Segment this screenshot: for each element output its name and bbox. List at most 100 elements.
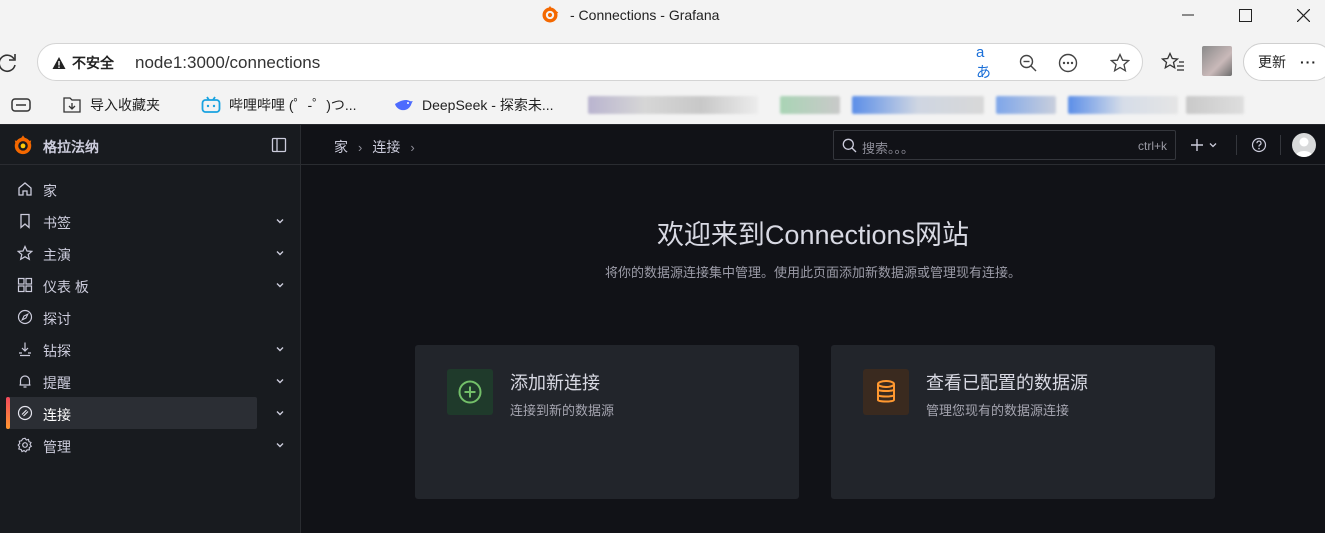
blurred-bookmark[interactable]	[852, 96, 984, 114]
url-text[interactable]: node1:3000/connections	[135, 53, 320, 73]
grafana-logo-icon[interactable]	[12, 134, 34, 156]
nav-item-home[interactable]: 家	[0, 173, 301, 205]
more-menu-icon[interactable]: ···	[1300, 54, 1317, 70]
chevron-down-icon[interactable]	[274, 439, 286, 451]
blurred-bookmark[interactable]	[588, 96, 758, 114]
nav-item-explore[interactable]: 探讨	[0, 301, 301, 333]
help-icon	[1251, 137, 1267, 153]
nav-label: 仪表 板	[43, 279, 89, 295]
update-button[interactable]: 更新 ···	[1243, 43, 1325, 81]
breadcrumb-connections[interactable]: 连接	[372, 137, 400, 157]
minimize-button[interactable]	[1165, 0, 1211, 30]
search-input[interactable]: 搜索。。。 ctrl+k	[833, 130, 1176, 160]
add-new-connection-card[interactable]: 添加新连接 连接到新的数据源	[415, 345, 799, 499]
deepseek-icon	[395, 100, 413, 111]
breadcrumb-separator-icon: ›	[358, 139, 363, 155]
brand-name[interactable]: 格拉法纳	[43, 137, 99, 157]
card-title: 添加新连接	[510, 373, 600, 393]
sidebar-header: 格拉法纳	[0, 125, 301, 165]
address-toolbar: 不安全 node1:3000/connections aあ 更新 ···	[0, 38, 1325, 88]
bookmark-bilibili[interactable]: 哔哩哔哩 (゜-゜)つ...	[201, 94, 357, 116]
nav-label: 主演	[43, 247, 71, 263]
bilibili-icon	[201, 96, 221, 113]
nav-item-drilldown[interactable]: 钻探	[0, 333, 301, 365]
tab-actions-icon	[11, 98, 31, 112]
grafana-app: 格拉法纳 家 书签 主演 仪表 板 探讨 钻探 提醒 连接 管理 家 › 连接 …	[0, 124, 1325, 533]
topbar-divider	[1236, 135, 1237, 155]
breadcrumb-home[interactable]: 家	[334, 137, 348, 157]
bookmarks-bar: 导入收藏夹 哔哩哔哩 (゜-゜)つ... DeepSeek - 探索未...	[0, 90, 1325, 120]
nav-label: 探讨	[43, 311, 71, 327]
breadcrumb: 家 › 连接 ›	[334, 137, 415, 157]
add-favorite-button[interactable]	[1109, 52, 1131, 74]
minimize-icon	[1182, 14, 1194, 16]
update-label: 更新	[1258, 54, 1286, 70]
address-bar[interactable]: 不安全 node1:3000/connections aあ	[37, 43, 1143, 81]
sidebar-toggle-button[interactable]	[10, 94, 32, 116]
bell-icon	[19, 375, 31, 388]
active-indicator	[6, 397, 10, 429]
card-icon-box	[447, 369, 493, 415]
security-indicator[interactable]: 不安全	[52, 53, 114, 73]
chevron-down-icon[interactable]	[274, 343, 286, 355]
reload-button[interactable]	[0, 50, 20, 76]
ellipsis-circle-icon	[1058, 53, 1078, 73]
breadcrumb-separator-icon: ›	[410, 139, 415, 155]
nav-label: 钻探	[43, 343, 71, 359]
translate-button[interactable]: aあ	[976, 44, 998, 81]
nav-item-dashboards[interactable]: 仪表 板	[0, 269, 301, 301]
nav-item-bookmarks[interactable]: 书签	[0, 205, 301, 237]
nav-item-starred[interactable]: 主演	[0, 237, 301, 269]
nav-label: 连接	[43, 407, 71, 423]
search-shortcut: ctrl+k	[1137, 139, 1167, 153]
grafana-favicon-icon	[542, 5, 559, 23]
maximize-button[interactable]	[1222, 0, 1268, 30]
nav-label: 提醒	[43, 375, 71, 391]
link-icon	[17, 405, 33, 421]
help-button[interactable]	[1249, 135, 1269, 155]
nav-label: 书签	[43, 215, 71, 231]
dashboard-grid-icon	[17, 277, 33, 293]
blurred-bookmark[interactable]	[780, 96, 840, 114]
bookmark-label: 哔哩哔哩 (゜-゜)つ...	[229, 97, 357, 113]
window-title-group: - Connections - Grafana	[540, 4, 719, 26]
profile-avatar[interactable]	[1202, 46, 1232, 76]
user-avatar[interactable]	[1292, 133, 1316, 157]
database-icon	[877, 380, 895, 403]
view-data-sources-card[interactable]: 查看已配置的数据源 管理您现有的数据源连接	[831, 345, 1215, 499]
blurred-bookmark[interactable]	[996, 96, 1056, 114]
favorites-list-icon	[1161, 52, 1184, 71]
chevron-down-icon	[1209, 143, 1217, 148]
nav-label: 管理	[43, 439, 71, 455]
card-description: 连接到新的数据源	[510, 403, 615, 418]
chevron-down-icon[interactable]	[274, 407, 286, 419]
import-favorites-icon	[63, 97, 81, 113]
chevron-down-icon[interactable]	[274, 375, 286, 387]
chevron-down-icon[interactable]	[274, 247, 286, 259]
nav-item-alerting[interactable]: 提醒	[0, 365, 301, 397]
favorites-button[interactable]	[1160, 50, 1186, 76]
card-description: 管理您现有的数据源连接	[926, 403, 1070, 418]
plus-circle-icon	[458, 380, 482, 404]
translate-icon: aあ	[976, 44, 992, 81]
new-menu-button[interactable]	[1187, 135, 1221, 155]
nav-item-connections[interactable]: 连接	[0, 397, 301, 429]
close-icon	[1296, 8, 1310, 22]
nav-item-administration[interactable]: 管理	[0, 429, 301, 461]
compass-icon	[17, 309, 33, 325]
bookmark-import[interactable]: 导入收藏夹	[62, 94, 160, 116]
chevron-down-icon[interactable]	[274, 215, 286, 227]
close-window-button[interactable]	[1280, 0, 1325, 30]
insecure-label: 不安全	[72, 55, 114, 71]
cog-icon	[17, 437, 33, 453]
zoom-button[interactable]	[1017, 52, 1039, 74]
star-icon	[17, 245, 33, 261]
zoom-out-icon	[1019, 54, 1037, 72]
blurred-bookmark[interactable]	[1186, 96, 1244, 114]
more-tools-button[interactable]	[1057, 52, 1079, 74]
window-titlebar: - Connections - Grafana	[0, 0, 1325, 36]
blurred-bookmark[interactable]	[1068, 96, 1178, 114]
dock-menu-icon[interactable]	[271, 137, 287, 153]
bookmark-deepseek[interactable]: DeepSeek - 探索未...	[394, 94, 554, 116]
chevron-down-icon[interactable]	[274, 279, 286, 291]
